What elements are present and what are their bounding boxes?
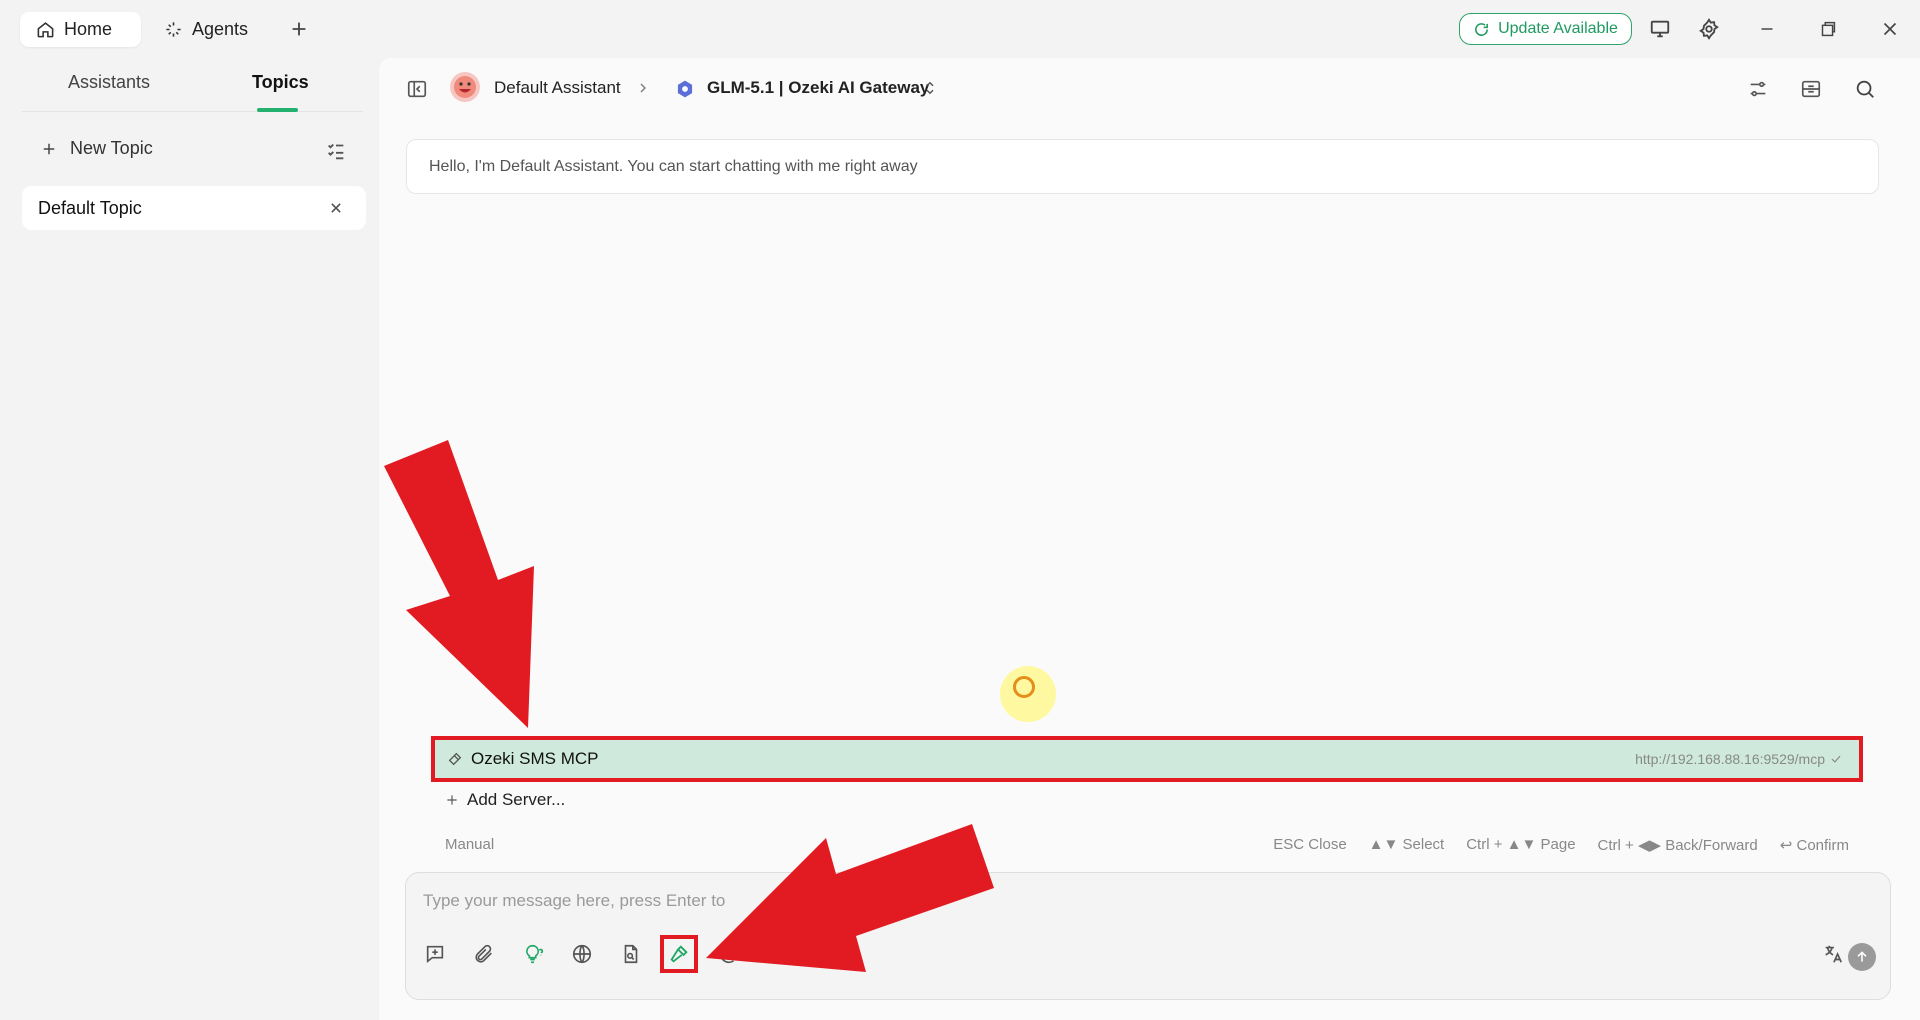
translate-icon	[1825, 945, 1843, 963]
refresh-icon	[1475, 22, 1489, 36]
attach-button[interactable]	[469, 939, 499, 969]
paperclip-icon	[475, 944, 492, 963]
topic-item[interactable]: Default Topic	[22, 186, 366, 230]
new-topic-button[interactable]: New Topic	[40, 138, 153, 159]
chevron-right-icon	[640, 83, 646, 93]
smiley-avatar-icon	[454, 76, 476, 98]
maximize-button[interactable]	[1813, 14, 1843, 44]
minimize-icon	[1761, 28, 1773, 30]
file-search-icon	[624, 944, 638, 964]
sidebar-divider	[22, 111, 363, 112]
mcp-tools-button[interactable]	[660, 935, 698, 973]
file-search-button[interactable]	[616, 939, 646, 969]
new-topic-tool-button[interactable]	[420, 939, 450, 969]
monitor-icon	[1650, 20, 1670, 38]
cursor-ring	[1013, 676, 1035, 698]
assistant-greeting: Hello, I'm Default Assistant. You can st…	[406, 139, 1879, 194]
breadcrumb-separator	[635, 80, 651, 101]
arrow-up-icon	[1857, 951, 1867, 962]
plus-icon	[43, 143, 55, 154]
hint-close: ESC Close	[1273, 836, 1347, 853]
send-button[interactable]	[1848, 943, 1876, 971]
settings-button[interactable]	[1694, 14, 1724, 44]
sidebar-toggle-icon	[407, 80, 427, 98]
translate-button[interactable]	[1818, 939, 1848, 969]
plus-icon	[447, 795, 457, 805]
tab-agents-label: Agents	[192, 19, 249, 39]
checklist-icon[interactable]	[325, 140, 347, 162]
restore-icon	[1821, 21, 1836, 37]
update-available-button[interactable]: Update Available	[1459, 13, 1632, 45]
hint-select: ▲▼ Select	[1368, 836, 1445, 853]
avatar[interactable]	[450, 72, 480, 102]
close-icon[interactable]	[326, 198, 346, 218]
globe-icon	[572, 944, 592, 964]
search-icon	[1856, 80, 1874, 98]
mcp-server-url-group: http://192.168.88.16:9529/mcp	[1635, 751, 1851, 767]
settings-sliders-button[interactable]	[1747, 78, 1769, 105]
app-window: Home Agents Update Available Assistants …	[0, 0, 1920, 1020]
mcp-server-name: Ozeki SMS MCP	[471, 749, 599, 768]
chevron-updown-icon	[926, 81, 934, 95]
new-tab-button[interactable]	[284, 14, 314, 44]
message-input[interactable]: Type your message here, press Enter to	[423, 891, 725, 911]
new-chat-icon	[426, 945, 444, 964]
display-button[interactable]	[1645, 14, 1675, 44]
web-search-button[interactable]	[567, 939, 597, 969]
checkmark-icon	[1831, 755, 1841, 763]
search-button[interactable]	[1854, 78, 1876, 105]
add-server-label: Add Server...	[467, 790, 566, 809]
lightbulb-icon	[526, 944, 544, 964]
sidebar-tab-assistants[interactable]: Assistants	[68, 72, 150, 93]
home-icon	[37, 22, 54, 38]
hammer-icon	[448, 752, 462, 766]
add-server-button[interactable]: Add Server...	[445, 790, 565, 810]
greeting-text: Hello, I'm Default Assistant. You can st…	[429, 157, 918, 175]
keyboard-hints: ESC Close ▲▼ Select Ctrl + ▲▼ Page Ctrl …	[1273, 836, 1849, 854]
sparkle-icon	[166, 22, 181, 37]
tab-home-label: Home	[64, 19, 113, 39]
mcp-server-url: http://192.168.88.16:9529/mcp	[1635, 751, 1825, 767]
layout-icon	[1801, 80, 1821, 98]
model-switch-button[interactable]	[921, 79, 939, 102]
topic-item-label: Default Topic	[38, 197, 142, 218]
chat-panel: Default Assistant GLM-5.1 | Ozeki AI Gat…	[379, 58, 1920, 1020]
minimize-button[interactable]	[1752, 14, 1782, 44]
mcp-server-item[interactable]: Ozeki SMS MCP http://192.168.88.16:9529/…	[431, 736, 1863, 782]
mode-label: Manual	[445, 836, 495, 853]
toggle-sidebar-button[interactable]	[406, 78, 428, 105]
model-selector[interactable]: GLM-5.1 | Ozeki AI Gateway	[707, 78, 929, 98]
tab-agents[interactable]: Agents	[148, 12, 264, 47]
plus-icon	[292, 22, 306, 36]
layout-button[interactable]	[1800, 78, 1822, 105]
message-composer: Type your message here, press Enter to	[405, 872, 1891, 1000]
hexagon-model-icon	[677, 80, 693, 98]
hint-page: Ctrl + ▲▼ Page	[1466, 836, 1576, 853]
hint-confirm: ↩ Confirm	[1779, 837, 1849, 854]
chat-header: Default Assistant GLM-5.1 | Ozeki AI Gat…	[379, 58, 1920, 120]
update-available-label: Update Available	[1498, 20, 1618, 37]
thinking-button[interactable]	[518, 939, 548, 969]
close-icon	[1883, 22, 1897, 36]
assistant-name[interactable]: Default Assistant	[494, 78, 621, 98]
title-bar: Home Agents Update Available	[0, 0, 1920, 58]
tab-home[interactable]: Home	[20, 12, 141, 47]
sliders-icon	[1750, 81, 1766, 97]
hammer-icon	[670, 945, 688, 963]
close-window-button[interactable]	[1875, 14, 1905, 44]
gear-icon	[1699, 18, 1719, 40]
annotation-arrow-left	[706, 824, 994, 972]
annotation-arrow-down	[384, 440, 534, 728]
hint-back-forward: Ctrl + ◀▶ Back/Forward	[1597, 837, 1758, 854]
active-tab-indicator	[257, 108, 298, 112]
model-badge	[675, 79, 695, 104]
new-topic-label: New Topic	[70, 138, 153, 158]
popup-footer: Manual ESC Close ▲▼ Select Ctrl + ▲▼ Pag…	[445, 836, 1849, 858]
sidebar-tab-topics[interactable]: Topics	[252, 72, 309, 93]
sidebar: Assistants Topics New Topic Default Topi…	[0, 58, 379, 1020]
